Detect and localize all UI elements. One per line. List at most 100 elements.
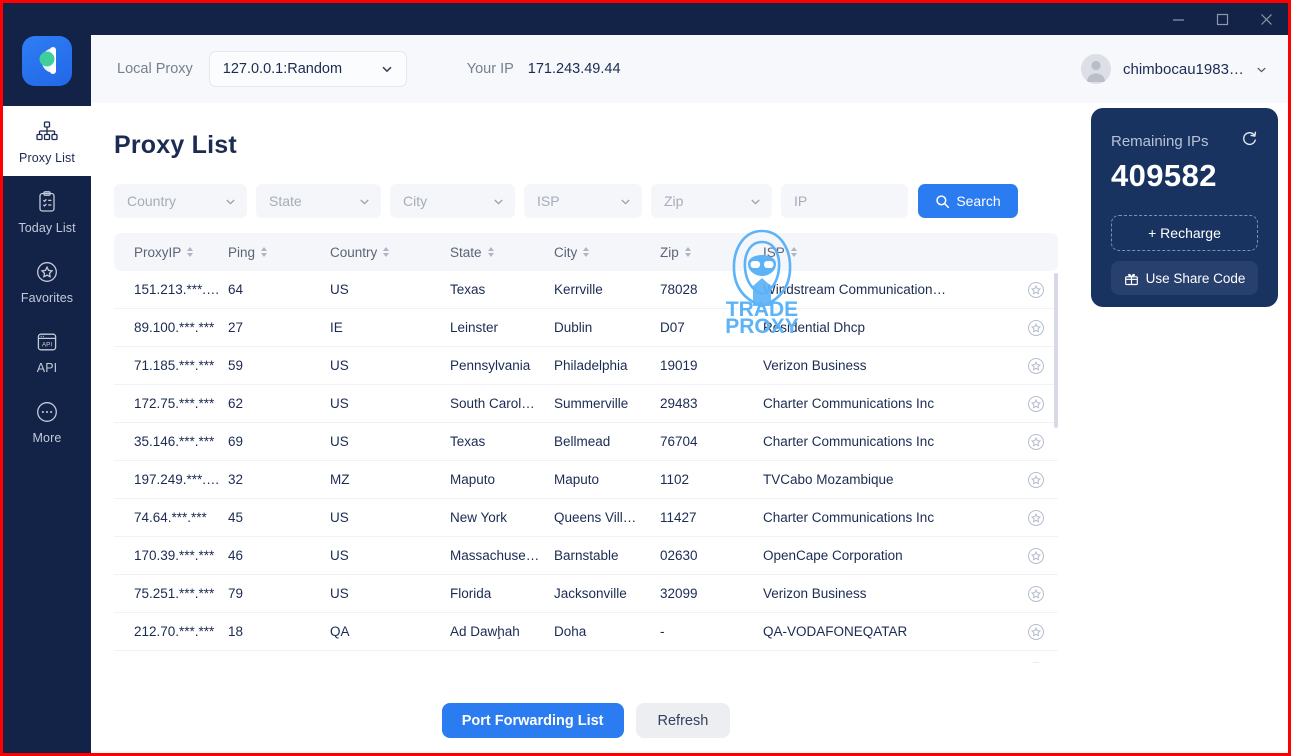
local-proxy-select[interactable]: 127.0.0.1:Random	[208, 51, 407, 87]
close-button[interactable]	[1244, 3, 1288, 35]
use-share-code-button[interactable]: Use Share Code	[1111, 261, 1258, 295]
filter-country[interactable]: Country	[114, 184, 247, 218]
favorite-button[interactable]	[1027, 623, 1045, 641]
col-header-ping[interactable]: Ping	[228, 245, 330, 260]
cell-state: Texas	[450, 434, 486, 449]
table-row[interactable]: 197.249.***.*** 32 MZ Maputo Maputo 1102 TVCab…	[114, 461, 1058, 499]
cell-city: Barnstable	[554, 548, 619, 563]
sort-toggle-ping[interactable]	[261, 247, 268, 257]
chevron-down-icon	[621, 199, 630, 204]
favorite-button[interactable]	[1027, 509, 1045, 527]
favorite-button[interactable]	[1027, 661, 1045, 663]
cell-state: Texas	[450, 282, 486, 297]
maximize-button[interactable]	[1200, 3, 1244, 35]
cell-ping: 29	[228, 662, 330, 663]
cell-isp: OpenCape Corporation	[763, 548, 903, 563]
cell-isp: TVCabo Mozambique	[763, 472, 894, 487]
cell-country: QA	[330, 624, 350, 639]
cell-city: New York Ci…	[554, 662, 660, 663]
col-header-state[interactable]: State	[450, 245, 554, 260]
recharge-button[interactable]: + Recharge	[1111, 215, 1258, 251]
cell-ping: 69	[228, 434, 244, 449]
cell-ping: 46	[228, 548, 244, 563]
sidebar-item-more[interactable]: More	[3, 386, 91, 456]
sidebar-item-today-list[interactable]: Today List	[3, 176, 91, 246]
col-header-proxyip[interactable]: ProxyIP	[114, 245, 228, 260]
filter-isp[interactable]: ISP	[524, 184, 642, 218]
table-row[interactable]: 151.213.***.*** 64 US Texas Kerrville 78028 Wi…	[114, 271, 1058, 309]
local-proxy-group: Local Proxy 127.0.0.1:Random Your IP 171…	[91, 51, 621, 87]
favorite-button[interactable]	[1027, 547, 1045, 565]
col-header-country[interactable]: Country	[330, 245, 450, 260]
cell-country: US	[330, 358, 349, 373]
table-row[interactable]: 35.146.***.*** 69 US Texas Bellmead 76704 Char…	[114, 423, 1058, 461]
search-button[interactable]: Search	[918, 184, 1018, 218]
clipboard-icon	[35, 188, 59, 216]
star-circle-icon	[35, 258, 59, 286]
col-header-city[interactable]: City	[554, 245, 660, 260]
table-header-row: ProxyIP Ping Country State City Zip ISP	[114, 233, 1058, 271]
table-scrollbar[interactable]	[1054, 273, 1058, 623]
local-proxy-value: 127.0.0.1:Random	[222, 61, 343, 77]
port-forwarding-list-button[interactable]: Port Forwarding List	[441, 703, 624, 738]
sort-toggle-country[interactable]	[383, 247, 390, 257]
sidebar-item-label: Proxy List	[19, 150, 75, 165]
col-header-label: ProxyIP	[134, 244, 182, 260]
account-menu[interactable]: chimbocau1983…	[1081, 54, 1288, 84]
table-scrollbar-thumb[interactable]	[1054, 273, 1058, 428]
table-row[interactable]: 74.64.***.*** 45 US New York Queens Vill… 114…	[114, 499, 1058, 537]
table-row[interactable]: 89.100.***.*** 27 IE Leinster Dublin D07 Resid…	[114, 309, 1058, 347]
cell-state: Massachuse…	[450, 548, 540, 563]
sidebar-item-favorites[interactable]: Favorites	[3, 246, 91, 316]
col-header-zip[interactable]: Zip	[660, 245, 763, 260]
favorite-button[interactable]	[1027, 357, 1045, 375]
minimize-button[interactable]	[1156, 3, 1200, 35]
cell-favorite	[1013, 509, 1058, 527]
remaining-ips-label: Remaining IPs	[1111, 132, 1209, 150]
cell-city: Queens Vill…	[554, 510, 637, 525]
sort-toggle-zip[interactable]	[684, 247, 691, 257]
favorite-button[interactable]	[1027, 433, 1045, 451]
cell-city: Summerville	[554, 396, 629, 411]
favorite-button[interactable]	[1027, 585, 1045, 603]
cell-zip: 11427	[660, 510, 697, 525]
sort-toggle-proxyip[interactable]	[187, 247, 194, 257]
sort-toggle-city[interactable]	[583, 247, 590, 257]
table-row[interactable]: 75.251.***.*** 79 US Florida Jacksonville 320…	[114, 575, 1058, 613]
filter-ip-field[interactable]: IP	[781, 184, 908, 218]
cell-ping: 64	[228, 282, 244, 297]
sidebar-item-proxy-list[interactable]: Proxy List	[3, 92, 91, 190]
refresh-icon[interactable]	[1241, 130, 1258, 152]
cell-proxyip: 151.213.***.***	[134, 282, 222, 297]
table-row[interactable]: 148.75.***.***29USNew YorkNew York Ci…10…	[114, 651, 1058, 663]
favorite-star-icon	[1027, 471, 1044, 488]
filter-state[interactable]: State	[256, 184, 381, 218]
filter-zip[interactable]: Zip	[651, 184, 772, 218]
cell-proxyip: 89.100.***.***	[134, 320, 215, 335]
favorite-star-icon	[1030, 661, 1041, 663]
favorite-button[interactable]	[1027, 319, 1045, 337]
table-row[interactable]: 170.39.***.*** 46 US Massachuse… Barnstable 0…	[114, 537, 1058, 575]
cell-city: Jacksonville	[554, 586, 627, 601]
favorite-star-icon	[1027, 319, 1044, 336]
filter-city-placeholder: City	[403, 193, 428, 209]
chevron-down-icon[interactable]	[1255, 63, 1268, 76]
cell-favorite	[1013, 395, 1058, 413]
table-row[interactable]: 71.185.***.*** 59 US Pennsylvania Philadelph…	[114, 347, 1058, 385]
favorite-star-icon	[1027, 585, 1044, 602]
sort-toggle-state[interactable]	[487, 247, 494, 257]
cell-favorite	[1013, 319, 1058, 337]
refresh-button[interactable]: Refresh	[635, 703, 731, 738]
favorite-button[interactable]	[1027, 281, 1045, 299]
sidebar-item-api[interactable]: API API	[3, 316, 91, 386]
table-row[interactable]: 172.75.***.*** 62 US South Carol… Summervill…	[114, 385, 1058, 423]
table-row[interactable]: 212.70.***.*** 18 QA Ad Dawḩah Doha - QA-VODAF…	[114, 613, 1058, 651]
filter-isp-placeholder: ISP	[537, 193, 560, 209]
sort-toggle-isp[interactable]	[790, 247, 797, 257]
favorite-button[interactable]	[1027, 395, 1045, 413]
filter-city[interactable]: City	[390, 184, 515, 218]
chevron-down-icon	[494, 199, 503, 204]
col-header-isp[interactable]: ISP	[763, 245, 1013, 260]
cell-country: US	[330, 396, 349, 411]
favorite-button[interactable]	[1027, 471, 1045, 489]
